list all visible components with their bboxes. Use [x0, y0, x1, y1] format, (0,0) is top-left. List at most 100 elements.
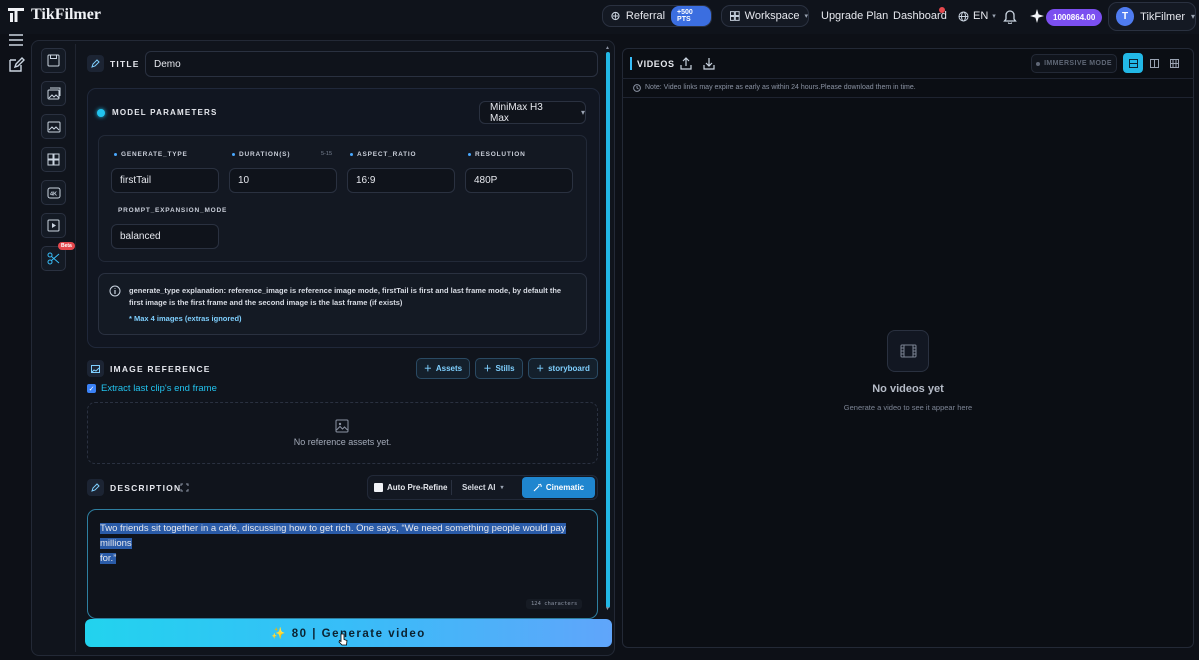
workspace-dropdown[interactable]: Workspace ▾	[721, 5, 809, 27]
user-menu[interactable]: T TikFilmer ▾	[1108, 2, 1196, 31]
referral-points-badge: +500 PTS	[671, 6, 711, 26]
user-name: TikFilmer	[1140, 10, 1185, 23]
sparkle-icon[interactable]	[1029, 8, 1045, 24]
auto-prerefine-label: Auto Pre-Refine	[387, 483, 448, 492]
app-logo[interactable]: TikFilmer	[7, 6, 101, 24]
chevron-down-icon: ▾	[804, 13, 808, 20]
aspect-ratio-input[interactable]: 16:9	[347, 168, 455, 193]
grid-view-icon	[1169, 58, 1179, 68]
resolution-label-text: RESOLUTION	[475, 151, 526, 158]
expand-icon[interactable]	[180, 483, 189, 492]
credits-badge[interactable]: 1000864.00	[1046, 9, 1103, 26]
description-text[interactable]: Two friends sit together in a café, disc…	[100, 521, 590, 566]
reference-dropzone[interactable]	[87, 402, 598, 464]
generate-type-label-text: GENERATE_TYPE	[121, 151, 188, 158]
extract-checkbox-label: Extract last clip's end frame	[101, 383, 217, 394]
param-dot	[232, 153, 235, 156]
expiry-note: Note: Video links may expire as early as…	[645, 84, 916, 91]
mouse-cursor-icon	[338, 633, 348, 646]
auto-prerefine-checkbox[interactable]	[374, 483, 383, 492]
generate-video-button[interactable]: ✨ 80 | Generate video	[85, 619, 612, 647]
character-count: 124 characters	[526, 599, 583, 609]
tool-4k[interactable]: 4K	[41, 180, 66, 205]
extract-checkbox[interactable]: ✓	[87, 384, 96, 393]
download-icon[interactable]	[703, 57, 715, 70]
toolbar-divider	[451, 480, 452, 495]
extract-frame-option[interactable]: ✓ Extract last clip's end frame	[87, 383, 217, 394]
referral-button[interactable]: Referral +500 PTS	[602, 5, 712, 27]
image-placeholder-icon	[335, 419, 349, 433]
header-accent-bar	[630, 57, 632, 70]
immersive-mode-toggle[interactable]: IMMERSIVE MODE	[1031, 54, 1117, 73]
scroll-down-arrow-icon[interactable]: ▼	[605, 606, 610, 612]
description-section-icon	[87, 479, 104, 496]
cinematic-label: Cinematic	[545, 483, 585, 492]
pencil-icon	[91, 483, 100, 492]
layout-icon	[47, 153, 60, 166]
dashboard-notification-dot	[939, 7, 945, 13]
images-icon	[47, 87, 60, 100]
videos-title: VIDEOS	[637, 59, 675, 69]
upgrade-plan-label: Upgrade Plan	[821, 10, 889, 22]
scissors-icon	[47, 252, 60, 265]
aspect-ratio-label-text: ASPECT_RATIO	[357, 151, 417, 158]
assets-button[interactable]: ＋ Assets	[416, 358, 470, 379]
prompt-expansion-input[interactable]: balanced	[111, 224, 219, 249]
model-parameters-label: MODEL PARAMETERS	[112, 108, 218, 117]
title-section-icon	[87, 55, 104, 72]
plus-icon: ＋	[483, 364, 492, 373]
stills-button[interactable]: ＋ Stills	[475, 358, 523, 379]
info-text: generate_type explanation: reference_ima…	[129, 285, 579, 309]
split-view-icon	[1149, 58, 1159, 68]
param-dot	[114, 153, 117, 156]
model-select-value: MiniMax H3 Max	[490, 101, 543, 124]
upgrade-plan-link[interactable]: Upgrade Plan	[821, 10, 888, 22]
plus-icon: ＋	[536, 364, 545, 373]
chevron-down-icon: ▾	[580, 108, 585, 117]
view-list-button[interactable]	[1123, 53, 1143, 73]
param-dot	[468, 153, 471, 156]
tool-images[interactable]	[41, 81, 66, 106]
gallery-icon	[47, 121, 60, 132]
aspect-ratio-label: ASPECT_RATIO	[350, 151, 416, 158]
gift-icon	[611, 11, 620, 21]
menu-icon[interactable]	[6, 30, 26, 50]
empty-state-title: No videos yet	[872, 383, 944, 395]
empty-state-subtitle: Generate a video to see it appear here	[843, 403, 973, 412]
plus-icon: ＋	[423, 364, 432, 373]
avatar-initial: T	[1122, 11, 1129, 22]
edit-icon[interactable]	[6, 55, 26, 75]
description-line-1: Two friends sit together in a café, disc…	[100, 523, 566, 549]
generate-type-label: GENERATE_TYPE	[114, 151, 188, 158]
title-input[interactable]: Demo	[145, 51, 598, 77]
workspace-label: Workspace	[744, 10, 800, 22]
info-text-line-2: first image is the first frame and the s…	[129, 298, 403, 307]
view-grid-button[interactable]	[1164, 53, 1184, 73]
tool-gallery[interactable]	[41, 114, 66, 139]
referral-label: Referral	[625, 10, 666, 22]
bell-icon[interactable]	[1003, 9, 1017, 24]
cinematic-button[interactable]: Cinematic	[522, 477, 595, 498]
tikfilmer-logo-icon	[8, 8, 24, 22]
language-selector[interactable]: EN ▾	[958, 10, 996, 22]
upload-icon[interactable]	[680, 57, 692, 70]
editor-scrollbar[interactable]	[606, 52, 610, 608]
image-ref-section-icon	[87, 360, 104, 377]
storyboard-button[interactable]: ＋ storyboard	[528, 358, 598, 379]
resolution-input[interactable]: 480P	[465, 168, 573, 193]
tool-video[interactable]	[41, 213, 66, 238]
select-ai-dropdown[interactable]: Select AI ▾	[462, 483, 504, 492]
generate-type-input[interactable]: firstTail	[111, 168, 219, 193]
auto-prerefine-option[interactable]: Auto Pre-Refine	[374, 483, 447, 492]
model-select[interactable]: MiniMax H3 Max ▾	[479, 101, 586, 124]
chevron-down-icon: ▾	[992, 13, 996, 20]
tool-storyboard[interactable]	[41, 147, 66, 172]
duration-input[interactable]: 10	[229, 168, 337, 193]
view-split-button[interactable]	[1144, 53, 1164, 73]
info-icon	[109, 285, 121, 297]
select-ai-label: Select AI	[462, 483, 496, 492]
tool-save[interactable]	[41, 48, 66, 73]
clock-icon	[633, 84, 641, 92]
scroll-up-arrow-icon[interactable]: ▲	[605, 45, 610, 51]
language-label: EN	[973, 10, 989, 22]
